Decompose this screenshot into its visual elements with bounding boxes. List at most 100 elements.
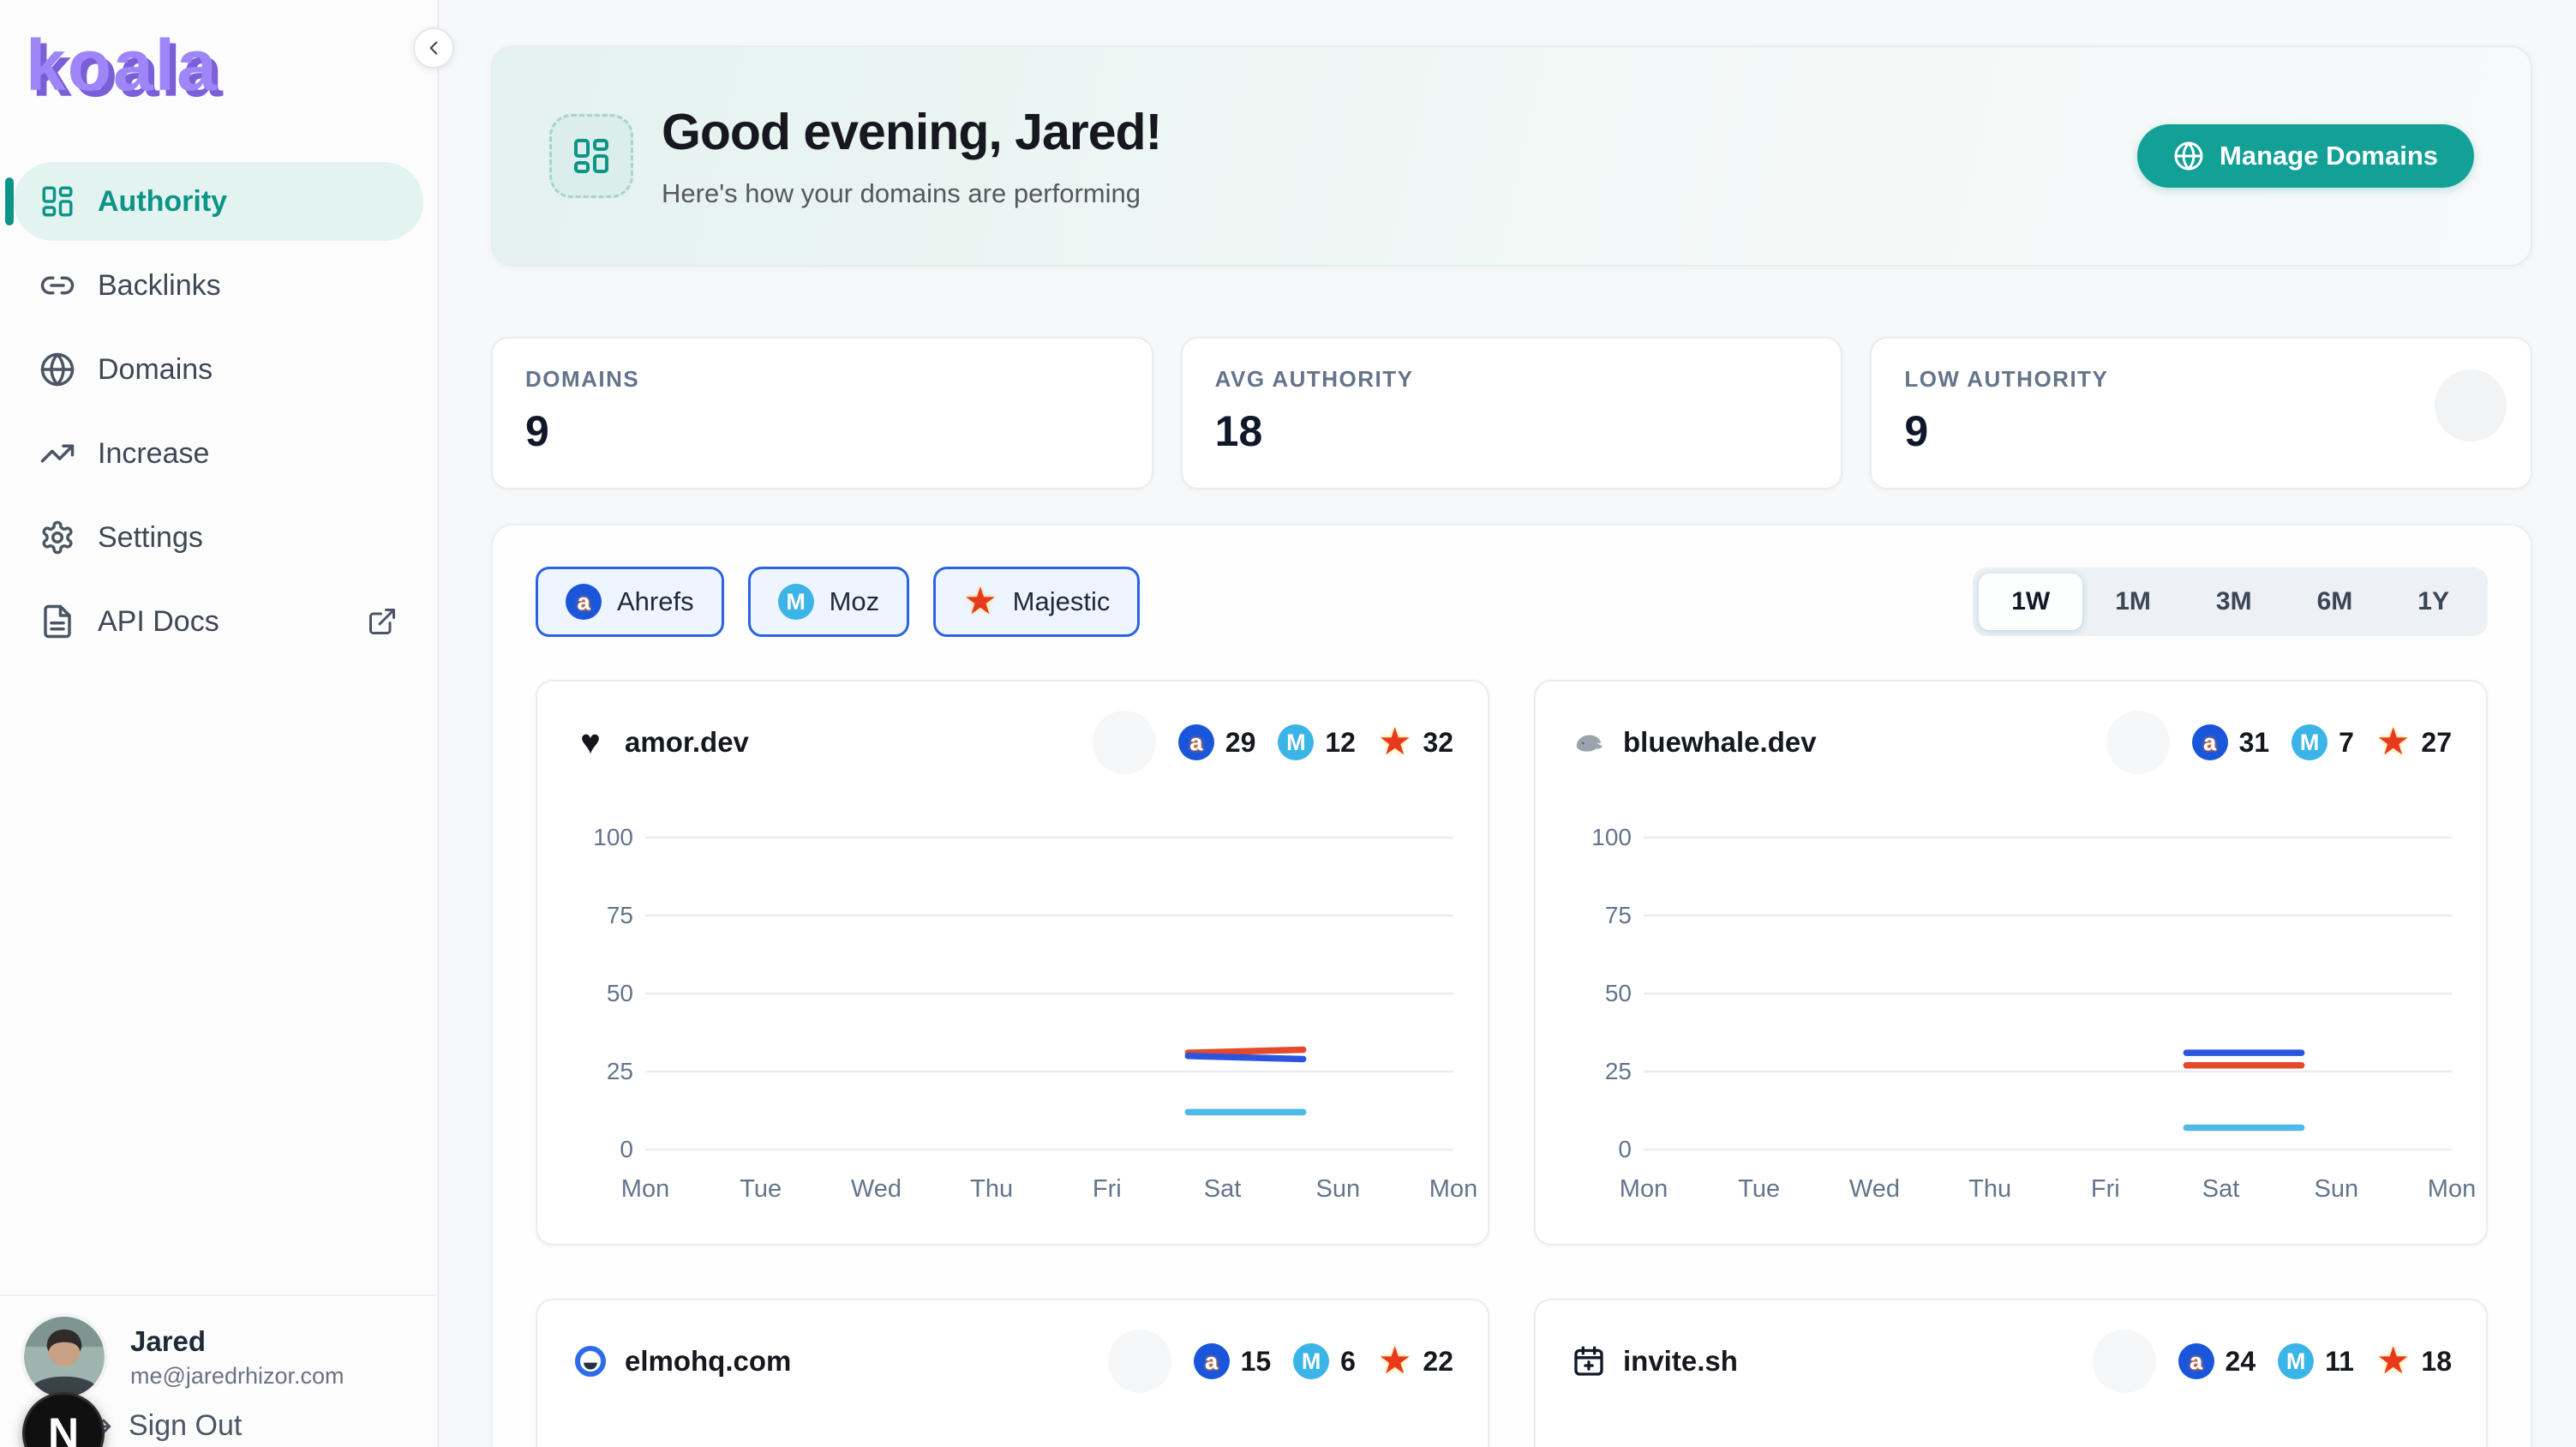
stat-value: 9 bbox=[1904, 406, 2498, 456]
sidebar-item-domains[interactable]: Domains bbox=[14, 330, 423, 409]
domain-cards-grid: ♥ amor.dev a29M12★32 0255075100 MonTueWe… bbox=[536, 680, 2488, 1447]
moz-score: M12 bbox=[1278, 724, 1356, 760]
moz-score-value: 12 bbox=[1325, 727, 1356, 759]
whale-icon bbox=[1570, 724, 1608, 761]
provider-filter-majestic[interactable]: ★Majestic bbox=[933, 567, 1140, 637]
moz-badge-icon: M bbox=[2278, 1343, 2314, 1379]
majestic-score: ★ 27 bbox=[2376, 724, 2452, 761]
provider-filter-label: Ahrefs bbox=[617, 586, 694, 617]
x-tick-label: Fri bbox=[2091, 1175, 2120, 1204]
user-name: Jared bbox=[130, 1325, 344, 1358]
manage-domains-label: Manage Domains bbox=[2220, 141, 2438, 171]
stats-row: DOMAINS 9 AVG AUTHORITY 18 LOW AUTHORITY… bbox=[491, 337, 2532, 489]
greeting-banner: Good evening, Jared! Here's how your dom… bbox=[491, 45, 2532, 267]
time-range-1y[interactable]: 1Y bbox=[2385, 573, 2482, 630]
ahrefs-score: a15 bbox=[1194, 1343, 1272, 1379]
moz-badge-icon: M bbox=[778, 584, 814, 620]
provider-filter-moz[interactable]: M Moz bbox=[748, 567, 910, 637]
majestic-star-icon: ★ bbox=[1378, 1342, 1411, 1380]
provider-filter-group: a Ahrefs M Moz ★Majestic bbox=[536, 567, 1140, 637]
globe-icon bbox=[2173, 141, 2204, 171]
trending-up-icon bbox=[39, 435, 75, 471]
add-note-button[interactable] bbox=[2106, 711, 2170, 774]
moz-score-value: 11 bbox=[2325, 1346, 2354, 1378]
stat-label: AVG AUTHORITY bbox=[1215, 366, 1414, 393]
stat-label: LOW AUTHORITY bbox=[1904, 366, 2108, 393]
majestic-score-value: 22 bbox=[1423, 1346, 1453, 1378]
stat-card: LOW AUTHORITY 9 bbox=[1870, 337, 2532, 489]
moz-score-value: 6 bbox=[1340, 1346, 1356, 1378]
sidebar-item-backlinks[interactable]: Backlinks bbox=[14, 246, 423, 325]
domain-card-amor-dev: ♥ amor.dev a29M12★32 0255075100 MonTueWe… bbox=[536, 680, 1489, 1246]
y-tick-label: 75 bbox=[607, 902, 633, 929]
file-text-icon bbox=[39, 603, 75, 639]
majestic-score-value: 32 bbox=[1423, 727, 1453, 759]
info-icon[interactable] bbox=[1426, 368, 1450, 392]
greeting-title: Good evening, Jared! bbox=[662, 103, 1161, 161]
y-tick-label: 100 bbox=[593, 1443, 633, 1447]
time-range-3m[interactable]: 3M bbox=[2184, 573, 2285, 630]
sidebar-item-api-docs[interactable]: API Docs bbox=[14, 582, 423, 661]
globe-icon bbox=[39, 351, 75, 387]
majestic-score: ★18 bbox=[2376, 1342, 2452, 1380]
y-tick-label: 50 bbox=[607, 980, 633, 1007]
app-root: koala Authority Backlinks Domains Increa… bbox=[0, 0, 2576, 1447]
avatar[interactable] bbox=[24, 1317, 105, 1397]
x-tick-label: Thu bbox=[970, 1175, 1013, 1204]
sign-out-button[interactable]: Sign Out N bbox=[24, 1409, 411, 1443]
user-section: Jared me@jaredrhizor.com Sign Out N bbox=[0, 1294, 435, 1447]
x-tick-label: Mon bbox=[1620, 1175, 1668, 1204]
time-range-6m[interactable]: 6M bbox=[2285, 573, 2386, 630]
majestic-star-icon: ★ bbox=[1378, 724, 1411, 761]
domain-title: bluewhale.dev bbox=[1623, 726, 1817, 759]
time-range-1m[interactable]: 1M bbox=[2082, 573, 2184, 630]
authority-panel: aAhrefsMMoz★Majestic 1W1M3M6M1Y ♥ amor.d… bbox=[491, 524, 2532, 1447]
majestic-score-value: 27 bbox=[2421, 727, 2452, 759]
sidebar-item-increase[interactable]: Increase bbox=[14, 414, 423, 493]
sidebar-item-label: Backlinks bbox=[98, 269, 221, 303]
provider-filter-ahrefs[interactable]: a Ahrefs bbox=[536, 567, 724, 637]
x-tick-label: Sat bbox=[2202, 1175, 2240, 1204]
y-tick-label: 100 bbox=[1591, 1443, 1632, 1447]
heart-icon: ♥ bbox=[572, 724, 609, 761]
stat-value: 9 bbox=[525, 406, 1119, 456]
add-note-button[interactable] bbox=[1093, 711, 1156, 774]
sidebar-item-authority[interactable]: Authority bbox=[14, 162, 423, 241]
x-tick-label: Mon bbox=[1429, 1175, 1477, 1204]
provider-filter-label: Moz bbox=[830, 586, 880, 617]
majestic-star-icon: ★ bbox=[963, 583, 997, 621]
moz-score: M6 bbox=[1293, 1343, 1356, 1379]
external-link-icon bbox=[367, 606, 398, 637]
ahrefs-score: a31 bbox=[2192, 724, 2270, 760]
panel-toolbar: a Ahrefs M Moz ★Majestic 1W1M3M6M1Y bbox=[536, 567, 2488, 637]
info-icon[interactable] bbox=[651, 368, 675, 392]
y-tick-label: 50 bbox=[1605, 980, 1632, 1007]
x-axis-labels: MonTueWedThuFriSatSunMon bbox=[1644, 1175, 2452, 1210]
sidebar-collapse-button[interactable] bbox=[413, 27, 454, 69]
majestic-star-icon: ★ bbox=[2376, 724, 2410, 761]
time-range-1w[interactable]: 1W bbox=[1979, 573, 2082, 630]
sidebar-item-label: Authority bbox=[98, 185, 227, 219]
ahrefs-badge-icon: a bbox=[2192, 724, 2228, 760]
app-logo: koala bbox=[0, 0, 437, 107]
moz-badge-icon: M bbox=[2291, 724, 2327, 760]
add-note-button[interactable] bbox=[2093, 1330, 2156, 1393]
ahrefs-badge-icon: a bbox=[1194, 1343, 1230, 1379]
greeting-tile bbox=[549, 114, 633, 198]
sidebar-item-label: Domains bbox=[98, 353, 213, 387]
nextjs-dev-badge[interactable]: N bbox=[22, 1392, 105, 1447]
domain-card-invite-sh: invite.sh a24M11★18 0255075100 MonTueWed… bbox=[1534, 1299, 2488, 1447]
ahrefs-score: a24 bbox=[2178, 1343, 2256, 1379]
domain-title: invite.sh bbox=[1623, 1345, 1738, 1378]
add-note-button[interactable] bbox=[1108, 1330, 1171, 1393]
ahrefs-badge-icon: a bbox=[566, 584, 602, 620]
sidebar-item-label: Settings bbox=[98, 521, 203, 555]
x-tick-label: Tue bbox=[1738, 1175, 1780, 1204]
ahrefs-badge-icon: a bbox=[1178, 724, 1214, 760]
x-tick-label: Sun bbox=[2314, 1175, 2358, 1204]
manage-domains-button[interactable]: Manage Domains bbox=[2137, 124, 2474, 188]
sidebar-item-settings[interactable]: Settings bbox=[14, 498, 423, 577]
moz-score: M 11 bbox=[2278, 1343, 2354, 1379]
info-icon[interactable] bbox=[2120, 368, 2144, 392]
time-range-selector: 1W1M3M6M1Y bbox=[1973, 567, 2488, 636]
